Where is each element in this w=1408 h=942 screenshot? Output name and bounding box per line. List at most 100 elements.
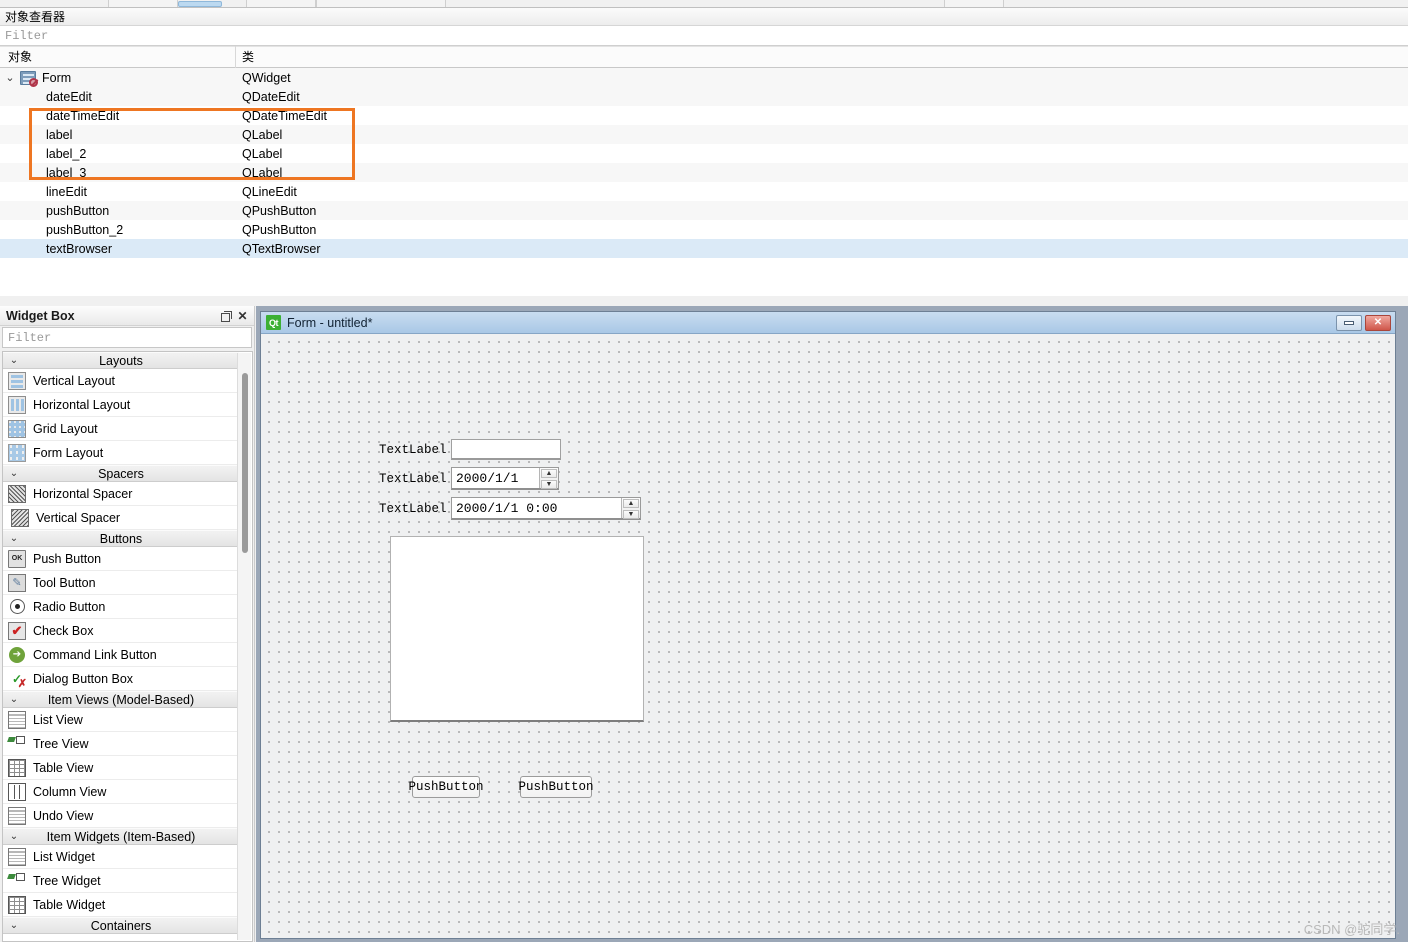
design-label-2[interactable]: TextLabel [379, 472, 447, 486]
widget-box-item-label: Tool Button [33, 575, 96, 590]
widget-box-category[interactable]: ⌄ Item Views (Model-Based) [3, 691, 239, 708]
form-design-window: Qt Form - untitled* ✕ TextLabel TextLabe… [260, 311, 1396, 939]
form-layout-icon [8, 443, 26, 462]
date-time-edit-spin-buttons[interactable]: ▲ ▼ [621, 498, 640, 519]
command-link-icon [8, 646, 26, 664]
object-inspector-header: 对象 类 [0, 46, 1408, 68]
widget-box-item[interactable]: Tree Widget [3, 869, 239, 893]
tree-row[interactable]: dateEdit QDateEdit [0, 87, 1408, 106]
design-date-time-edit[interactable]: 2000/1/1 0:00 ▲ ▼ [451, 497, 641, 520]
widget-box-category[interactable]: ⌄ Layouts [3, 352, 239, 369]
widget-box-category[interactable]: ⌄ Spacers [3, 465, 239, 482]
tree-row[interactable]: pushButton_2 QPushButton [0, 220, 1408, 239]
minimize-button[interactable] [1336, 314, 1362, 331]
tree-row[interactable]: lineEdit QLineEdit [0, 182, 1408, 201]
date-edit-spin-buttons[interactable]: ▲ ▼ [539, 468, 558, 489]
undock-button[interactable] [217, 308, 234, 324]
widget-box-item[interactable]: Tree View [3, 732, 239, 756]
tree-row-class: QLineEdit [242, 184, 297, 199]
tree-widget-icon [8, 872, 26, 890]
tree-row[interactable]: textBrowser QTextBrowser [0, 239, 1408, 258]
widget-box-item[interactable]: Horizontal Layout [3, 393, 239, 417]
form-row-datetimeedit: TextLabel 2000/1/1 0:00 ▲ ▼ [379, 497, 641, 520]
design-label-1[interactable]: TextLabel [379, 443, 447, 457]
widget-box-item[interactable]: Table View [3, 756, 239, 780]
widget-box-item[interactable]: Vertical Spacer [3, 506, 239, 530]
form-widget-icon [20, 70, 38, 87]
tree-row-class: QWidget [242, 70, 291, 85]
column-header-class[interactable]: 类 [236, 46, 1408, 68]
close-button[interactable]: ✕ [234, 308, 251, 324]
widget-box-item[interactable]: Form Layout [3, 441, 239, 465]
widget-box-item[interactable]: Column View [3, 780, 239, 804]
widget-box-item-label: Table Widget [33, 897, 106, 912]
spin-down-icon[interactable]: ▼ [541, 480, 557, 489]
widget-box-filter-input[interactable]: Filter [2, 327, 252, 348]
category-chevron-icon[interactable]: ⌄ [3, 468, 25, 479]
widget-box-category[interactable]: ⌄ Containers [3, 917, 239, 934]
undo-view-icon [8, 806, 26, 825]
design-push-button-2[interactable]: PushButton [519, 776, 594, 798]
widget-box-item[interactable]: ✔ Check Box [3, 619, 239, 643]
design-date-edit[interactable]: 2000/1/1 ▲ ▼ [451, 467, 559, 490]
widget-box-item[interactable]: Grid Layout [3, 417, 239, 441]
tree-row[interactable]: label_3 QLabel [0, 163, 1408, 182]
widget-box-item[interactable]: List View [3, 708, 239, 732]
category-chevron-icon[interactable]: ⌄ [3, 920, 25, 931]
date-edit-value: 2000/1/1 [456, 470, 519, 486]
object-inspector-filter[interactable]: Filter [0, 26, 1408, 46]
widget-box-item[interactable]: Horizontal Spacer [3, 482, 239, 506]
category-chevron-icon[interactable]: ⌄ [3, 355, 25, 366]
design-label-3[interactable]: TextLabel [379, 502, 447, 516]
form-canvas[interactable]: TextLabel TextLabel 2000/1/1 ▲ ▼ TextLab… [261, 334, 1395, 938]
spin-down-icon[interactable]: ▼ [623, 510, 639, 519]
category-label: Spacers [98, 466, 144, 481]
design-text-browser[interactable] [390, 536, 644, 722]
column-header-object[interactable]: 对象 [0, 46, 236, 68]
widget-box-item[interactable]: Table Widget [3, 893, 239, 917]
tree-row-label: Form [42, 70, 72, 85]
tool-button-icon: ✎ [8, 573, 26, 592]
category-label: Layouts [99, 353, 143, 368]
design-push-button-1[interactable]: PushButton [409, 776, 484, 798]
category-chevron-icon[interactable]: ⌄ [3, 533, 25, 544]
tree-row[interactable]: pushButton QPushButton [0, 201, 1408, 220]
table-view-icon [8, 758, 26, 777]
close-window-button[interactable]: ✕ [1365, 314, 1391, 331]
vertical-spacer-icon [11, 508, 29, 527]
tree-row-class: QDateEdit [242, 89, 300, 104]
category-chevron-icon[interactable]: ⌄ [3, 831, 25, 842]
expand-chevron-icon[interactable]: ⌄ [0, 71, 20, 84]
tree-row[interactable]: label_2 QLabel [0, 144, 1408, 163]
category-chevron-icon[interactable]: ⌄ [3, 694, 25, 705]
widget-box-item[interactable]: Radio Button [3, 595, 239, 619]
widget-box-item[interactable]: List Widget [3, 845, 239, 869]
tree-row-form[interactable]: ⌄ Form QWidget [0, 68, 1408, 87]
widget-box-item[interactable]: Vertical Layout [3, 369, 239, 393]
tree-row-label: textBrowser [46, 241, 112, 256]
tree-row[interactable]: dateTimeEdit QDateTimeEdit [0, 106, 1408, 125]
tree-row-label: dateEdit [46, 89, 92, 104]
tree-row-class: QLabel [242, 127, 283, 142]
tree-row-label: pushButton [46, 203, 110, 218]
toolbar-active-item[interactable] [178, 1, 222, 7]
widget-box-item[interactable]: Command Link Button [3, 643, 239, 667]
scrollbar-thumb[interactable] [242, 373, 248, 553]
widget-box-item-label: Check Box [33, 623, 94, 638]
date-time-edit-value: 2000/1/1 0:00 [456, 500, 558, 516]
widget-box-category[interactable]: ⌄ Buttons [3, 530, 239, 547]
widget-box-item[interactable]: ✎ Tool Button [3, 571, 239, 595]
tree-row[interactable]: label QLabel [0, 125, 1408, 144]
widget-box-category[interactable]: ⌄ Item Widgets (Item-Based) [3, 828, 239, 845]
object-inspector-title: 对象查看器 [0, 8, 1408, 26]
widget-box-item[interactable]: Undo View [3, 804, 239, 828]
widget-box-item[interactable]: ✓ Dialog Button Box [3, 667, 239, 691]
design-line-edit[interactable] [451, 439, 561, 460]
form-window-titlebar[interactable]: Qt Form - untitled* ✕ [261, 312, 1395, 334]
widget-box-scrollbar[interactable] [237, 353, 251, 940]
spin-up-icon[interactable]: ▲ [541, 469, 557, 478]
form-row-dateedit: TextLabel 2000/1/1 ▲ ▼ [379, 467, 559, 490]
spin-up-icon[interactable]: ▲ [623, 499, 639, 508]
watermark: CSDN @驼同学. [1303, 922, 1400, 937]
widget-box-item[interactable]: OK Push Button [3, 547, 239, 571]
